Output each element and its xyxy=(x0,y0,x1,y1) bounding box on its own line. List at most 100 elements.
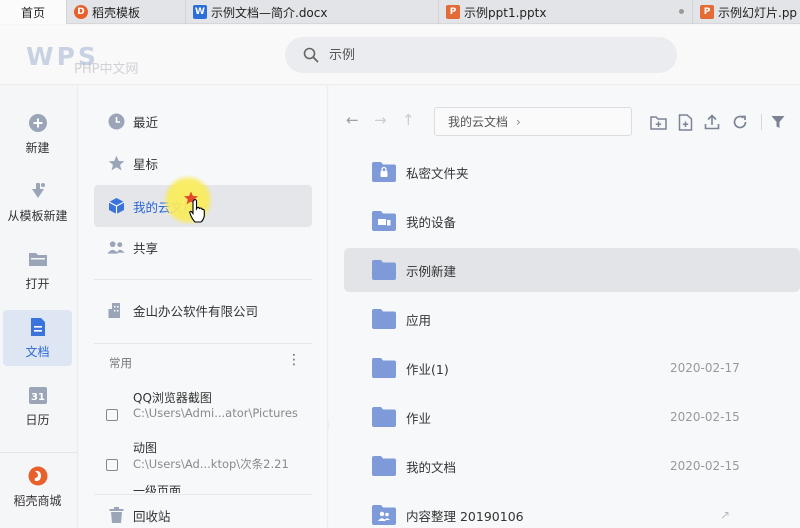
folder-icon xyxy=(372,358,396,378)
file-row[interactable]: 作业(1) 2020-02-17 xyxy=(344,346,800,390)
rail-open[interactable]: 打开 xyxy=(3,242,72,298)
calendar-icon: 31 xyxy=(28,385,48,405)
up-arrow-icon[interactable]: ↑ xyxy=(402,111,415,129)
folder-icon xyxy=(372,309,396,329)
refresh-icon[interactable] xyxy=(731,113,749,131)
shortcut-icon xyxy=(106,459,118,471)
folder-icon xyxy=(372,456,396,476)
file-name: 私密文件夹 xyxy=(406,165,469,181)
ppt-file-icon: P xyxy=(700,5,714,19)
rail-calendar[interactable]: 31 日历 xyxy=(3,378,72,434)
rail-label: 新建 xyxy=(25,140,50,155)
nav-label: 回收站 xyxy=(133,508,171,524)
word-file-icon: W xyxy=(193,5,207,19)
back-arrow-icon[interactable]: ← xyxy=(346,111,359,129)
recent-title: 动图 xyxy=(133,441,158,455)
share-people-icon xyxy=(107,238,125,256)
search-icon xyxy=(303,47,319,63)
tab-label: 示例幻灯片.pp xyxy=(718,5,798,20)
nav-item-recycle-bin[interactable]: 回收站 xyxy=(94,497,312,528)
clock-icon xyxy=(107,112,125,130)
nav-panel: 最近 星标 我的云文档 共享 金山办公软件有限公司 常用 ⋮ QQ浏览器截图 C… xyxy=(79,86,328,528)
file-date: 2020-02-15 xyxy=(670,410,740,424)
rail-label: 日历 xyxy=(25,412,50,427)
share-arrow-icon[interactable]: ↗ xyxy=(720,508,730,522)
folder-icon xyxy=(372,407,396,427)
nav-label: 最近 xyxy=(133,114,159,130)
tab-label: 示例ppt1.pptx xyxy=(464,5,547,20)
rail-docer-store[interactable]: 稻壳商城 xyxy=(3,459,72,515)
docer-icon: D xyxy=(74,5,88,19)
search-box[interactable] xyxy=(285,37,677,73)
wps-logo: WPS xyxy=(26,42,99,71)
rail-new-from-template[interactable]: 从模板新建 xyxy=(0,174,75,230)
rail-label: 从模板新建 xyxy=(7,208,68,223)
file-row[interactable]: 作业 2020-02-15 xyxy=(344,395,800,439)
rail-new[interactable]: 新建 xyxy=(3,106,72,162)
tab-word-doc[interactable]: W 示例文档—简介.docx xyxy=(187,0,439,24)
file-row[interactable]: 示例新建 xyxy=(344,248,800,292)
nav-item-recent[interactable]: 最近 xyxy=(94,100,312,142)
plus-circle-icon xyxy=(28,113,48,133)
building-icon xyxy=(107,301,125,319)
header: WPS xyxy=(0,25,800,85)
rail-label: 稻壳商城 xyxy=(13,493,62,508)
recent-title-partial: 一级页面 xyxy=(133,484,182,493)
file-row[interactable]: 私密文件夹 xyxy=(344,150,800,194)
nav-item-starred[interactable]: 星标 xyxy=(94,142,312,184)
recent-location[interactable]: 动图 C:\Users\Ad...ktop\次条2.21 xyxy=(106,439,316,475)
recent-path: C:\Users\Admi...ator\Pictures xyxy=(133,406,298,420)
file-name: 作业 xyxy=(406,410,432,426)
breadcrumb[interactable]: 我的云文档 › xyxy=(434,107,632,136)
file-name: 示例新建 xyxy=(406,263,457,279)
left-rail: 新建 从模板新建 打开 文档 31 日历 稻壳商城 xyxy=(0,86,78,528)
tab-label: 示例文档—简介.docx xyxy=(211,5,328,20)
recent-path: C:\Users\Ad...ktop\次条2.21 xyxy=(133,457,289,471)
rail-label: 打开 xyxy=(25,276,50,291)
unsaved-dot-icon xyxy=(679,9,684,14)
tab-docer[interactable]: D 稻壳模板 xyxy=(68,0,186,24)
nav-label: 星标 xyxy=(133,156,159,172)
docer-store-icon xyxy=(28,466,48,486)
chevron-right-icon: › xyxy=(516,114,521,129)
file-row[interactable]: 我的文档 2020-02-15 xyxy=(344,444,800,488)
folder-open-icon xyxy=(28,249,48,269)
rail-divider xyxy=(0,452,78,453)
trash-icon xyxy=(107,506,125,524)
shortcut-icon xyxy=(106,409,118,421)
nav-item-shared[interactable]: 共享 xyxy=(94,226,312,268)
recent-location[interactable]: QQ浏览器截图 C:\Users\Admi...ator\Pictures xyxy=(106,389,316,425)
more-options-icon[interactable]: ⋮ xyxy=(287,352,301,368)
document-icon xyxy=(28,317,48,337)
file-name: 应用 xyxy=(406,312,432,328)
file-date: 2020-02-15 xyxy=(670,459,740,473)
file-browser: ← → ↑ 我的云文档 › 私密文件夹 我的设备 示例新建 应用 作业(1) 2… xyxy=(329,86,800,528)
upload-icon[interactable] xyxy=(703,113,721,131)
file-row[interactable]: 我的设备 xyxy=(344,199,800,243)
divider xyxy=(94,279,312,280)
file-date: 2020-02-17 xyxy=(670,361,740,375)
new-folder-icon[interactable] xyxy=(649,113,667,131)
tab-home[interactable]: 首页 xyxy=(0,0,67,24)
template-icon xyxy=(28,181,48,201)
tab-ppt1[interactable]: P 示例ppt1.pptx xyxy=(440,0,693,24)
file-row[interactable]: 内容整理 20190106 ↗ xyxy=(344,493,800,528)
svg-text:31: 31 xyxy=(31,392,45,403)
nav-item-company[interactable]: 金山办公软件有限公司 xyxy=(94,289,312,331)
filter-icon[interactable] xyxy=(769,113,787,131)
forward-arrow-icon[interactable]: → xyxy=(374,111,387,129)
divider xyxy=(94,343,312,344)
tab-ppt2[interactable]: P 示例幻灯片.pp xyxy=(694,0,800,24)
section-label-common: 常用 xyxy=(109,356,132,370)
recent-title: QQ浏览器截图 xyxy=(133,391,212,405)
search-input[interactable] xyxy=(329,47,629,63)
new-file-icon[interactable] xyxy=(676,113,694,131)
file-name: 我的设备 xyxy=(406,214,457,230)
rail-documents[interactable]: 文档 xyxy=(3,310,72,366)
nav-label: 金山办公软件有限公司 xyxy=(133,303,259,319)
hand-cursor-icon xyxy=(189,199,205,223)
folder-icon xyxy=(372,260,396,280)
divider xyxy=(94,494,312,495)
file-row[interactable]: 应用 xyxy=(344,297,800,341)
cloud-doc-icon xyxy=(107,197,125,215)
